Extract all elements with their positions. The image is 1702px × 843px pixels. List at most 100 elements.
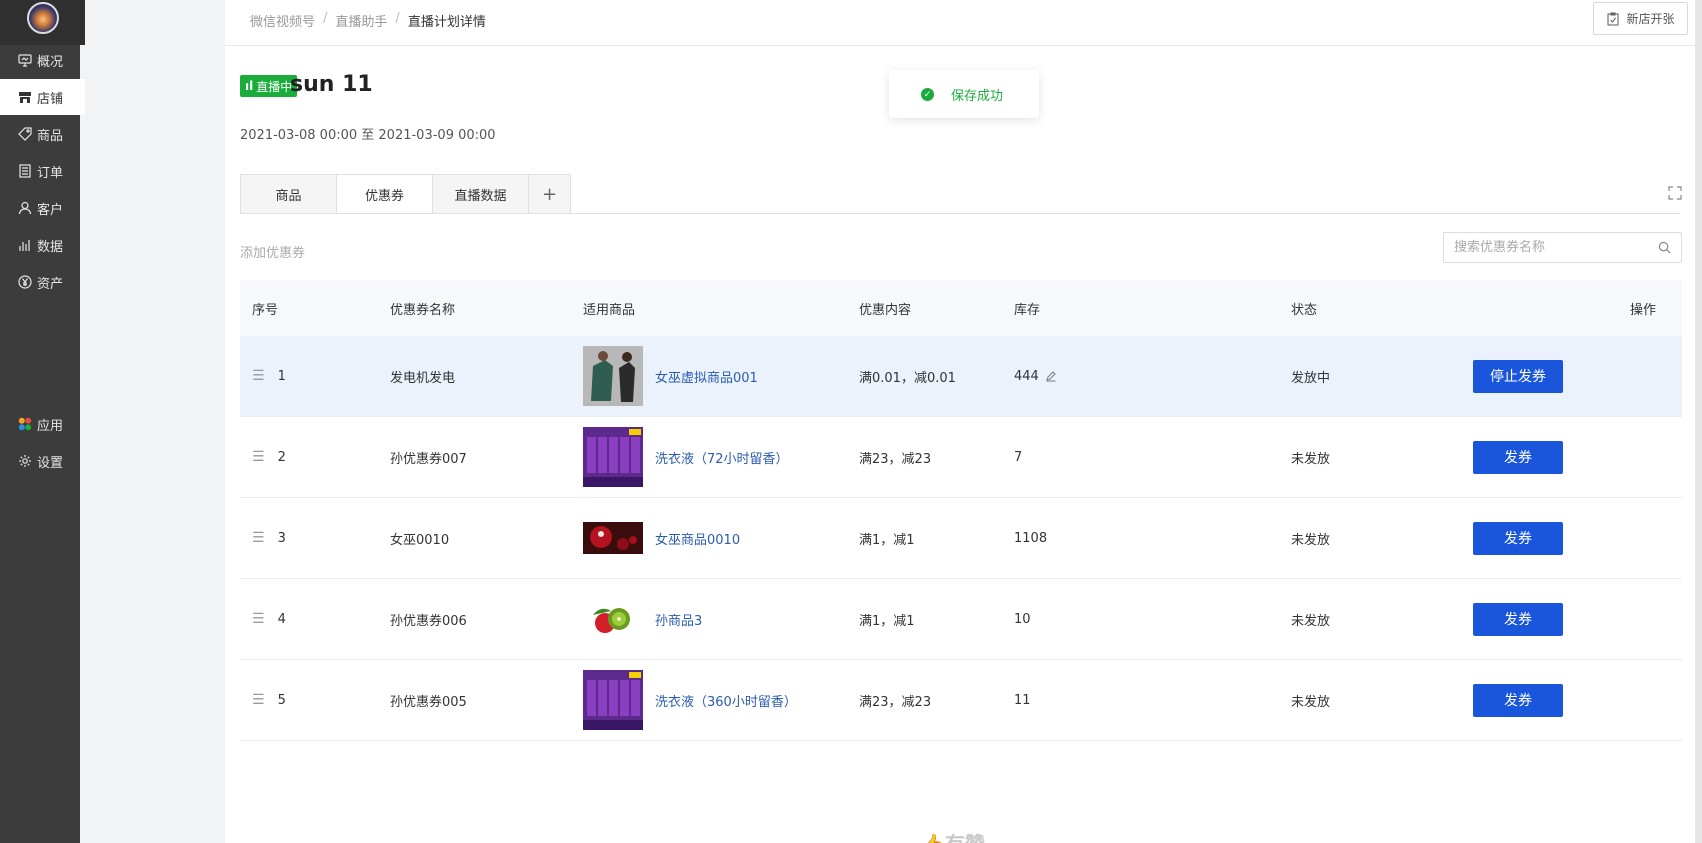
product-thumbnail (583, 427, 643, 487)
coupon-name: 孙优惠券005 (390, 694, 467, 710)
table-row: ☰ 1 发电机发电 女巫虚拟商品001 满0.01，减0.01 444 发放中 … (240, 336, 1682, 417)
live-signal-icon: ıl (245, 79, 254, 93)
sidebar-item-store[interactable]: 店铺 (0, 79, 85, 115)
top-bar: 微信视频号 / 直播助手 / 直播计划详情 新店开张 (225, 0, 1702, 46)
breadcrumb-separator: / (395, 11, 400, 26)
toast-message: 保存成功 (951, 88, 1004, 104)
discount-content: 满23，减23 (859, 451, 932, 467)
sidebar-item-label: 订单 (37, 165, 64, 181)
discount-content: 满1，减1 (859, 613, 915, 629)
drag-handle-icon[interactable]: ☰ (252, 530, 265, 546)
main-panel: 微信视频号 / 直播助手 / 直播计划详情 新店开张 ıl 直播中 sun 11… (225, 0, 1702, 843)
breadcrumb-item-wechat-channels[interactable]: 微信视频号 (250, 11, 315, 30)
search-icon[interactable] (1658, 241, 1671, 254)
sidebar-item-assets[interactable]: 资产 (0, 264, 80, 300)
coupon-table: 序号 优惠券名称 适用商品 优惠内容 库存 状态 操作 ☰ 1 发电机发电 女巫… (240, 280, 1682, 801)
sidebar-item-overview[interactable]: 概况 (0, 42, 80, 78)
plan-time-range: 2021-03-08 00:00 至 2021-03-09 00:00 (240, 128, 496, 143)
stock-value: 444 (1014, 368, 1039, 384)
coupon-name: 女巫0010 (390, 532, 450, 548)
drag-handle-icon[interactable]: ☰ (252, 368, 265, 384)
drag-handle-icon[interactable]: ☰ (252, 611, 265, 627)
search-input[interactable] (1444, 233, 1644, 262)
footer-brand: 👍有赞 (920, 828, 985, 843)
row-index: 4 (277, 611, 286, 627)
scrollbar-track[interactable] (1695, 0, 1702, 843)
product-thumbnail (583, 589, 643, 649)
edit-icon[interactable] (1045, 370, 1057, 382)
shop-logo[interactable] (27, 2, 59, 34)
issue-coupon-button[interactable]: 发券 (1473, 521, 1563, 555)
add-coupon-link[interactable]: 添加优惠券 (240, 242, 305, 261)
gear-icon (18, 454, 32, 468)
breadcrumb: 微信视频号 / 直播助手 / 直播计划详情 (250, 11, 486, 30)
product-thumbnail (583, 670, 643, 730)
page-title: sun 11 (290, 72, 373, 97)
live-badge-label: 直播中 (256, 79, 293, 94)
new-shop-label: 新店开张 (1626, 12, 1675, 26)
stop-issue-button[interactable]: 停止发券 (1473, 359, 1563, 393)
sidebar-item-data[interactable]: 数据 (0, 227, 80, 263)
status-text: 未发放 (1291, 451, 1331, 467)
list-icon (18, 164, 32, 178)
table-header: 序号 优惠券名称 适用商品 优惠内容 库存 状态 操作 (240, 280, 1682, 336)
column-header-action: 操作 (1630, 302, 1657, 318)
tab-live-data[interactable]: 直播数据 (432, 174, 528, 214)
column-header-discount: 优惠内容 (859, 302, 912, 318)
sidebar-item-label: 店铺 (37, 91, 64, 107)
issue-coupon-button[interactable]: 发券 (1473, 440, 1563, 474)
tab-bar: 商品 优惠券 直播数据 + (240, 174, 571, 214)
coupon-name: 发电机发电 (390, 370, 456, 386)
coupon-search (1443, 232, 1682, 263)
sidebar-item-apps[interactable]: 应用 (0, 406, 80, 442)
column-header-status: 状态 (1291, 302, 1318, 318)
stock-value: 1108 (1014, 530, 1048, 546)
stock-value: 10 (1014, 611, 1031, 627)
sidebar-item-label: 数据 (37, 239, 64, 255)
sidebar-header (0, 0, 85, 45)
sidebar-item-label: 商品 (37, 128, 64, 144)
new-shop-button[interactable]: 新店开张 (1593, 2, 1688, 35)
footer-brand-text: 有赞 (945, 832, 985, 843)
table-row: ☰ 2 孙优惠券007 洗衣液（72小时留香） 满23，减23 7 未发放 发券 (240, 417, 1682, 498)
product-thumbnail (583, 508, 643, 568)
coupon-name: 孙优惠券007 (390, 451, 467, 467)
sidebar-item-label: 设置 (37, 455, 64, 471)
stock-value: 11 (1014, 692, 1031, 708)
sidebar-item-label: 客户 (37, 202, 64, 218)
drag-handle-icon[interactable]: ☰ (252, 692, 265, 708)
breadcrumb-item-current: 直播计划详情 (407, 15, 486, 30)
sidebar-item-orders[interactable]: 订单 (0, 153, 80, 189)
column-header-product: 适用商品 (583, 302, 636, 318)
fullscreen-icon[interactable] (1668, 186, 1682, 200)
user-icon (18, 201, 32, 215)
product-link[interactable]: 洗衣液（360小时留香） (655, 691, 797, 710)
add-tab-button[interactable]: + (528, 174, 571, 214)
sidebar-item-customers[interactable]: 客户 (0, 190, 80, 226)
sidebar-item-settings[interactable]: 设置 (0, 443, 80, 479)
sidebar-item-goods[interactable]: 商品 (0, 116, 80, 152)
tab-divider (240, 213, 1680, 214)
success-toast: ✓ 保存成功 (889, 70, 1039, 118)
product-link[interactable]: 女巫虚拟商品001 (655, 367, 758, 386)
product-link[interactable]: 孙商品3 (655, 610, 702, 629)
discount-content: 满0.01，减0.01 (859, 370, 956, 386)
issue-coupon-button[interactable]: 发券 (1473, 602, 1563, 636)
status-text: 未发放 (1291, 532, 1331, 548)
table-row: ☰ 5 孙优惠券005 洗衣液（360小时留香） 满23，减23 11 未发放 … (240, 660, 1682, 741)
tab-coupons[interactable]: 优惠券 (336, 174, 432, 214)
discount-content: 满1，减1 (859, 532, 915, 548)
apps-icon (18, 417, 32, 431)
drag-handle-icon[interactable]: ☰ (252, 449, 265, 465)
product-thumbnail (583, 346, 643, 406)
tab-goods[interactable]: 商品 (240, 174, 336, 214)
column-header-index: 序号 (252, 302, 279, 318)
product-link[interactable]: 洗衣液（72小时留香） (655, 448, 789, 467)
breadcrumb-item-live-assistant[interactable]: 直播助手 (335, 11, 387, 30)
product-link[interactable]: 女巫商品0010 (655, 529, 740, 548)
clipboard-check-icon (1607, 11, 1620, 26)
row-index: 1 (277, 368, 286, 384)
status-text: 未发放 (1291, 613, 1331, 629)
issue-coupon-button[interactable]: 发券 (1473, 683, 1563, 717)
bar-chart-icon (18, 238, 32, 252)
